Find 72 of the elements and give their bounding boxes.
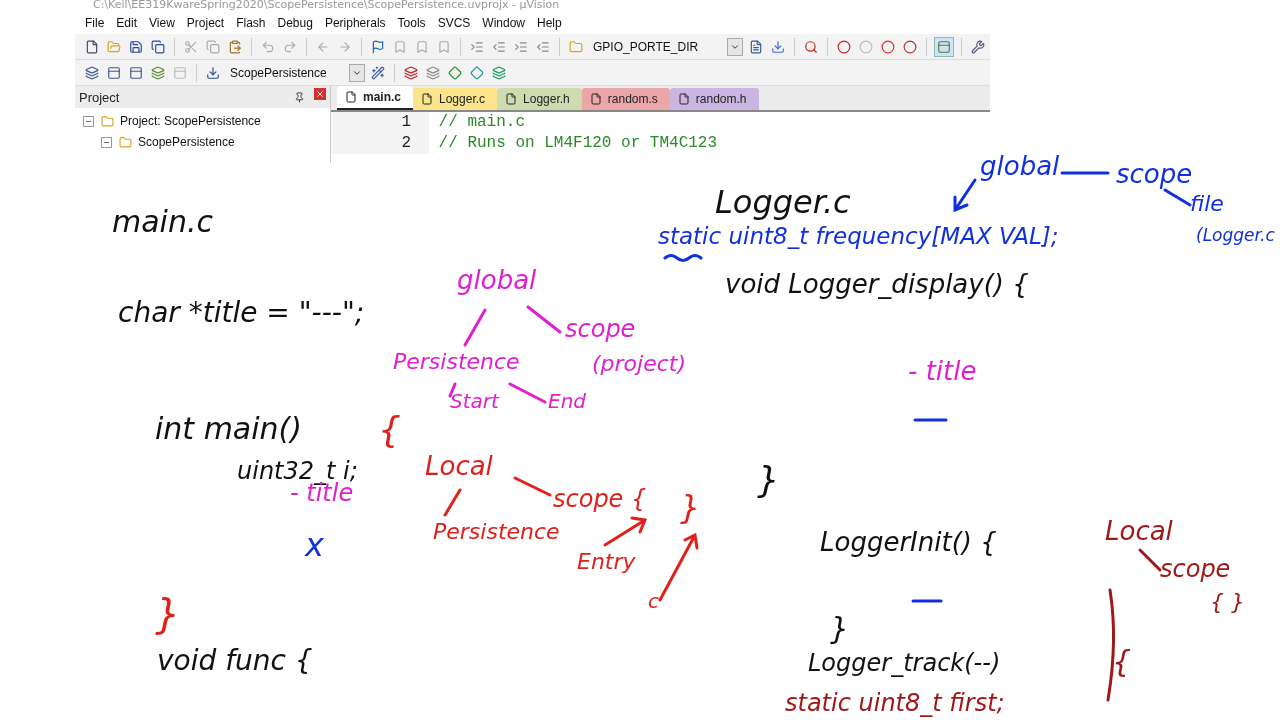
handwritten-note: file (1190, 192, 1224, 217)
handwritten-note: (project) (592, 352, 686, 377)
menu-item[interactable]: View (143, 16, 181, 30)
handwritten-note: LoggerInit() { (820, 528, 997, 557)
code-line: // Runs on LM4F120 or TM4C123 (437, 133, 718, 154)
window-icon[interactable] (934, 36, 954, 57)
file-tab[interactable]: main.c (337, 86, 413, 110)
code-line: // main.c (437, 112, 525, 133)
handwritten-note: void Logger_display() { (725, 270, 1029, 299)
handwritten-note: - title (908, 357, 977, 386)
file-tab[interactable]: random.s (581, 88, 670, 110)
handwritten-note: main.c (112, 205, 213, 238)
target-combo[interactable]: ScopePersistence (226, 63, 365, 82)
file-icon (505, 93, 518, 105)
menu-item[interactable]: Peripherals (318, 16, 392, 30)
handwritten-note: Entry (577, 550, 636, 575)
handwritten-note: scope { (553, 486, 647, 513)
handwritten-note: global (980, 152, 1060, 181)
handwritten-note: { } (1210, 590, 1245, 615)
panel-title: Project (79, 89, 120, 105)
handwritten-note: { (378, 410, 401, 450)
file-icon (589, 93, 602, 105)
handwritten-note: Persistence (433, 520, 560, 545)
handwritten-note: char *title = "---"; (118, 298, 365, 329)
handwritten-note: Local (425, 452, 493, 481)
find-combo[interactable]: GPIO_PORTE_DIR (589, 37, 743, 56)
handwritten-note: static uint8_t frequency[MAX VAL]; (658, 224, 1059, 250)
handwritten-note: static uint8_t first; (785, 690, 1005, 717)
line-number: 2 (331, 133, 429, 154)
file-icon (421, 93, 433, 105)
handwritten-note: End (548, 390, 586, 412)
menu-item[interactable]: Edit (110, 16, 144, 30)
tree-item[interactable]: ScopePersistence (138, 135, 235, 149)
handwritten-note: } (757, 460, 780, 500)
handwritten-note: } (155, 592, 181, 636)
handwritten-note: int main() (155, 412, 302, 445)
handwritten-note: scope (565, 316, 636, 343)
file-tab[interactable]: random.h (669, 88, 759, 110)
menu-item[interactable]: Debug (271, 16, 319, 30)
handwritten-note: Logger_track(--) (808, 650, 1001, 677)
handwritten-note: x (305, 528, 324, 564)
handwritten-note: Logger.c (715, 185, 851, 221)
file-tab[interactable]: Logger.c (413, 88, 498, 110)
menu-item[interactable]: File (79, 16, 111, 30)
file-icon (677, 93, 690, 105)
handwritten-note: Persistence (393, 350, 520, 375)
handwritten-note: void func { (157, 646, 313, 677)
handwritten-note: Start (450, 390, 499, 412)
menu-item[interactable]: Flash (230, 16, 272, 30)
menu-item[interactable]: Project (180, 16, 231, 30)
menu-item[interactable]: SVCS (431, 16, 477, 30)
handwritten-note: global (457, 266, 537, 295)
collapse-toggle-icon[interactable] (101, 136, 112, 148)
handwritten-note: } (680, 490, 701, 526)
line-number: 1 (331, 112, 429, 133)
wrench-icon[interactable] (969, 37, 987, 56)
close-icon[interactable] (314, 88, 326, 100)
handwritten-note: Local (1105, 517, 1173, 546)
handwritten-note: { (1112, 645, 1132, 678)
menu-item[interactable]: Help (531, 16, 568, 30)
file-icon (345, 91, 357, 103)
handwritten-note: } (830, 612, 850, 645)
collapse-toggle-icon[interactable] (83, 115, 94, 127)
file-tab[interactable]: Logger.h (497, 88, 582, 110)
handwritten-note: (Logger.c (1196, 226, 1275, 245)
window-title: C:\Keil\EE319KwareSpring2020\ScopePersistence\ScopePersistence.uvprojx - µVision (75, 0, 990, 12)
menu-item[interactable]: Window (476, 16, 531, 30)
tree-item[interactable]: Project: ScopePersistence (120, 114, 261, 128)
handwritten-note: scope (1116, 160, 1193, 189)
handwritten-note: c (648, 590, 659, 612)
handwritten-note: scope (1160, 556, 1231, 583)
menu-item[interactable]: Tools (391, 16, 432, 30)
